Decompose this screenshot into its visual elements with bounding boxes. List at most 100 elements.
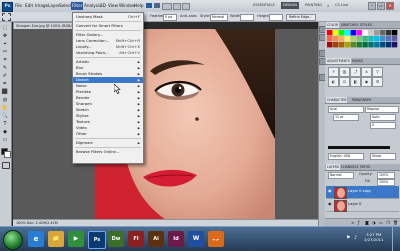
adjustment-layer-icon[interactable]: ◑ [372, 220, 376, 225]
pen-tool-icon[interactable]: ◆ [1, 129, 9, 135]
menu-select[interactable]: Select [59, 3, 72, 8]
menu-file[interactable]: File [15, 3, 22, 8]
color-swatch[interactable] [350, 36, 356, 42]
filter-menu-item-vanishing-point[interactable]: Vanishing Point... Alt+Ctrl+V [73, 50, 143, 56]
language-select[interactable]: English: USA [328, 153, 364, 160]
color-swatch[interactable] [356, 30, 362, 36]
tray-clock[interactable]: 3:27 PM 2/27/2011 [364, 232, 383, 242]
color-swatch[interactable] [356, 42, 362, 48]
color-swatch[interactable] [332, 30, 339, 36]
bridge-icon[interactable] [146, 3, 152, 8]
antialias-checkbox[interactable]: Anti-alias [180, 14, 197, 18]
menu-layer[interactable]: Layer [48, 3, 60, 8]
color-swatch[interactable] [338, 42, 345, 48]
channel-mixer-icon[interactable]: ☰ [372, 77, 383, 87]
color-swatch[interactable] [344, 36, 351, 42]
color-swatch[interactable] [332, 36, 339, 42]
show-desktop-button[interactable] [392, 227, 400, 251]
zoom-tool-icon[interactable]: 🔍 [1, 113, 9, 119]
document-canvas[interactable] [13, 29, 318, 219]
layer-style-icon[interactable]: ƒ [358, 220, 359, 225]
color-swatch[interactable] [344, 30, 351, 36]
start-button[interactable] [3, 230, 23, 250]
color-swatch[interactable] [374, 30, 380, 36]
delete-layer-icon[interactable]: 🗑 [393, 220, 398, 225]
color-swatch[interactable] [374, 42, 380, 48]
color-swatch[interactable] [350, 42, 356, 48]
dreamweaver-icon[interactable]: Dw [108, 231, 124, 247]
visibility-eye-icon[interactable]: ◉ [328, 202, 332, 206]
menu-analysis[interactable]: Analysis [84, 3, 101, 8]
close-button[interactable]: ✕ [386, 2, 394, 10]
color-swatch[interactable] [327, 30, 333, 36]
photo-filter-icon[interactable]: ◉ [361, 77, 372, 87]
filter-menu-item-digimarc[interactable]: Digimarc ▶ [73, 140, 143, 146]
color-swatch[interactable] [368, 42, 374, 48]
tab-paragraph[interactable]: PARAGRAPH [351, 97, 372, 103]
brightness-contrast-icon[interactable]: ☼ [328, 67, 339, 77]
add-mask-icon[interactable]: ◙ [365, 220, 369, 225]
link-layers-icon[interactable]: ∞ [351, 220, 354, 225]
color-swatch[interactable] [332, 42, 339, 48]
color-swatch[interactable] [380, 36, 386, 42]
indesign-icon[interactable]: Id [168, 231, 184, 247]
swatches-grid[interactable] [327, 30, 398, 56]
minimize-button[interactable]: – [368, 2, 376, 10]
move-tool-icon[interactable]: ✥ [1, 33, 9, 39]
new-group-icon[interactable]: ▭ [379, 220, 383, 225]
marquee-tool-icon[interactable]: ⬚ [1, 25, 9, 31]
workspace-design[interactable]: DESIGN [281, 2, 299, 9]
tab-color[interactable]: COLOR [326, 22, 340, 28]
arrange-documents-icon[interactable] [173, 3, 181, 10]
color-swatch[interactable] [362, 36, 368, 42]
brush-tool-icon[interactable]: ✒ [1, 81, 9, 87]
color-swatch[interactable] [362, 42, 368, 48]
clone-stamp-tool-icon[interactable]: ⬛ [1, 89, 9, 95]
menu-3d[interactable]: 3D [100, 3, 106, 8]
black-white-icon[interactable]: ◧ [350, 77, 361, 87]
color-swatch[interactable] [338, 30, 345, 36]
lasso-tool-icon[interactable]: ⌖ [1, 41, 9, 47]
cs-live-button[interactable]: CS Live [335, 2, 348, 9]
color-swatch[interactable] [368, 36, 374, 42]
word-icon[interactable]: W [188, 231, 204, 247]
tab-layers[interactable]: LAYERS [326, 164, 340, 170]
color-balance-icon[interactable]: ⚖ [339, 77, 350, 87]
levels-icon[interactable]: ▥ [339, 67, 350, 77]
hue-saturation-icon[interactable]: ◐ [328, 77, 339, 87]
antialias-select[interactable]: Sharp [370, 153, 396, 160]
eyedropper-tool-icon[interactable]: ✎ [1, 65, 9, 71]
background-color-swatch[interactable] [4, 151, 11, 158]
hand-tool-icon[interactable]: ✋ [1, 105, 9, 111]
color-swatch[interactable] [374, 36, 380, 42]
menu-image[interactable]: Image [35, 3, 48, 8]
height-input[interactable] [269, 13, 283, 21]
tab-masks[interactable]: MASKS [351, 58, 364, 64]
font-size-select[interactable]: 12 pt [333, 114, 359, 121]
color-swatch[interactable] [380, 30, 386, 36]
color-swatch[interactable] [391, 30, 398, 36]
color-swatch[interactable] [327, 42, 333, 48]
visibility-eye-icon[interactable]: ◉ [328, 189, 332, 193]
filter-menu-item-other[interactable]: Other ▶ [73, 131, 143, 137]
color-swatch[interactable] [362, 30, 368, 36]
color-swatch[interactable] [386, 30, 392, 36]
firefox-icon[interactable]: 🦊 [208, 231, 224, 247]
fill-input[interactable]: 100% [377, 179, 395, 186]
workspace-more-icon[interactable]: » [327, 3, 329, 8]
menu-help[interactable]: Help [134, 3, 144, 8]
healing-brush-tool-icon[interactable]: ✐ [1, 73, 9, 79]
explorer-folder-icon[interactable]: 📁 [48, 231, 64, 247]
color-swatch[interactable] [391, 42, 398, 48]
screen-mode-icon[interactable] [182, 3, 190, 10]
type-tool-icon[interactable]: T [1, 121, 9, 127]
tab-styles[interactable]: STYLES [359, 22, 373, 28]
tab-adjustments[interactable]: ADJUSTMENTS [326, 58, 351, 64]
vibrance-icon[interactable]: ▽ [372, 67, 383, 77]
opacity-input[interactable]: 100% [377, 172, 395, 179]
menu-edit[interactable]: Edit [25, 3, 33, 8]
marquee-tool-icon[interactable] [2, 13, 11, 21]
tab-channels[interactable]: CHANNELS [340, 164, 359, 170]
color-swatch[interactable] [338, 36, 345, 42]
internet-explorer-icon[interactable]: e [28, 231, 44, 247]
